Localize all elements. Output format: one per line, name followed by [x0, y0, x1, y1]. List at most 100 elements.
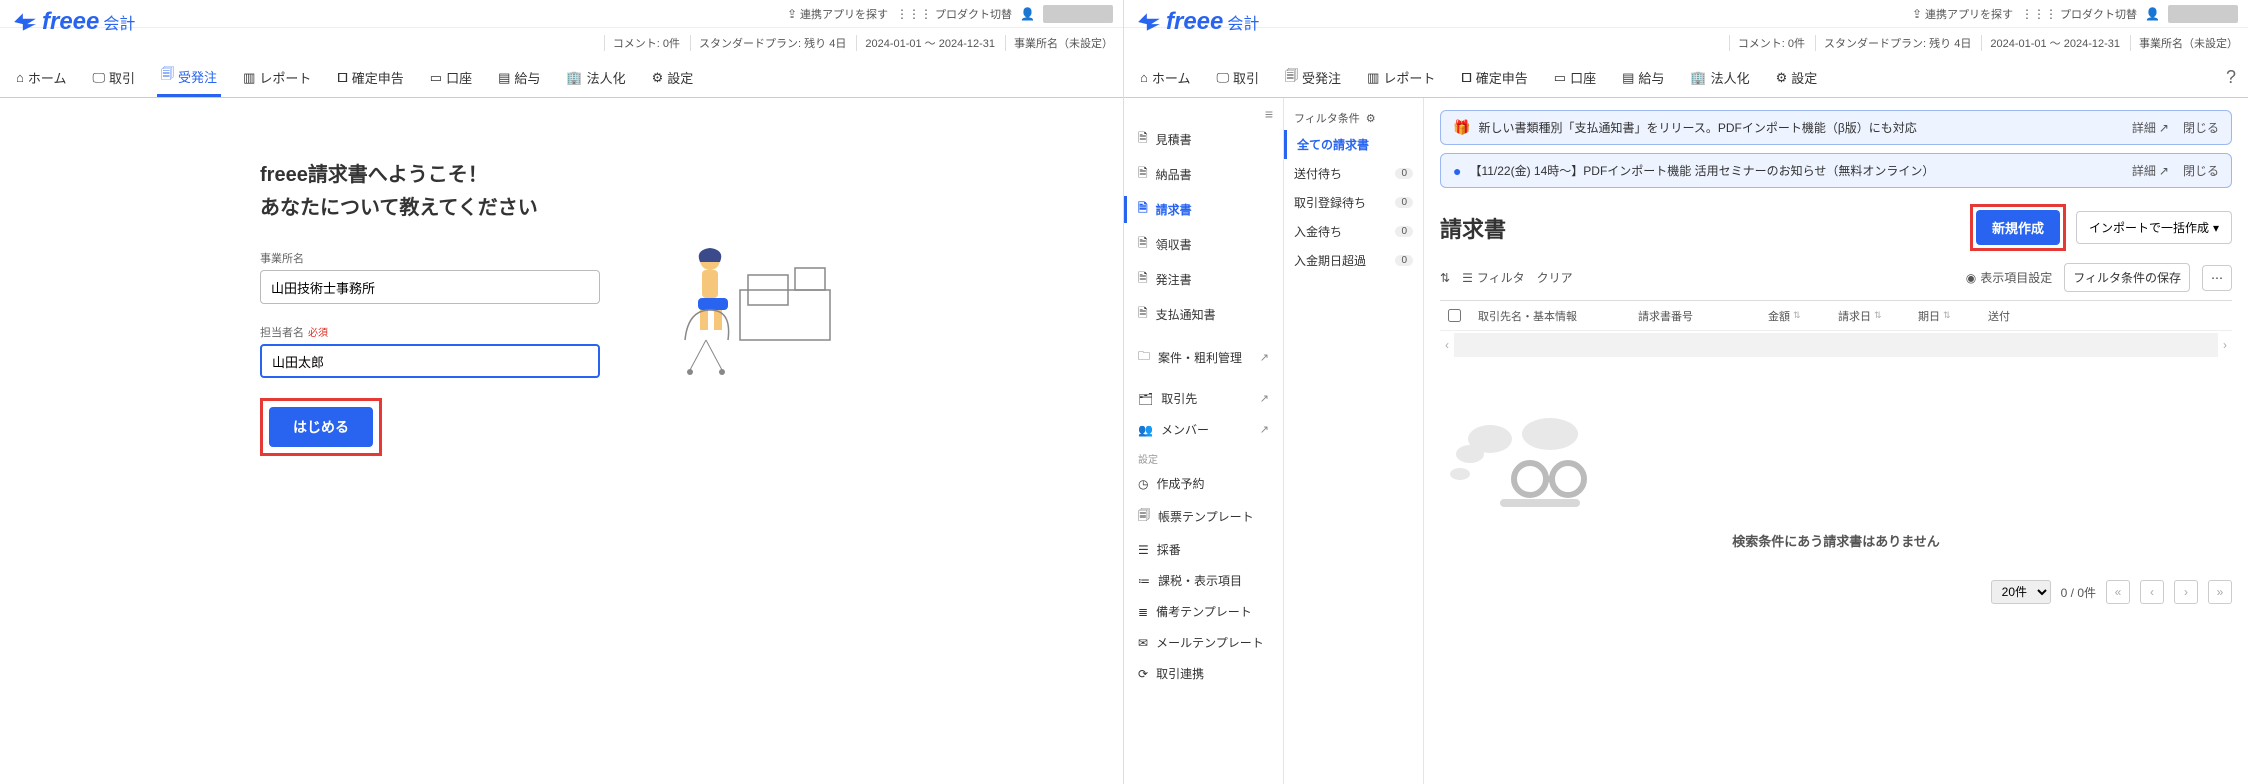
briefcase-icon: 🗀: [1138, 347, 1150, 368]
sidebar-item-schedule[interactable]: ◷作成予約: [1124, 468, 1283, 499]
find-apps-link-2[interactable]: ⇪連携アプリを探す: [1912, 6, 2013, 22]
select-all-checkbox[interactable]: [1448, 309, 1461, 322]
scroll-right[interactable]: ›: [2218, 338, 2232, 352]
sidebar-item-template[interactable]: 🗐帳票テンプレート: [1124, 499, 1283, 534]
filter-button[interactable]: ☰フィルタ: [1462, 269, 1525, 286]
nav-tax[interactable]: 🞑確定申告: [1457, 58, 1531, 97]
home-icon: ⌂: [16, 70, 24, 85]
nav-payroll[interactable]: ▤給与: [494, 58, 544, 97]
sidebar-item-mail[interactable]: ✉メールテンプレート: [1124, 627, 1283, 658]
doc-icon: 🗐: [161, 65, 174, 87]
filter-overdue[interactable]: 入金期日超過0: [1284, 246, 1423, 275]
nav-transactions[interactable]: 🖵取引: [88, 58, 139, 97]
gear-icon: ⚙: [1776, 70, 1788, 86]
banner-detail-link[interactable]: 詳細 ↗: [2132, 162, 2169, 179]
account-pill-2[interactable]: [2168, 5, 2238, 23]
pane-welcome: freee 会計 ⇪連携アプリを探す ⋮⋮⋮プロダクト切替 👤 コメント: 0件…: [0, 0, 1124, 784]
sidebar-item-members[interactable]: 👥メンバー↗: [1124, 414, 1283, 445]
nav-accounts[interactable]: ▭口座: [1550, 58, 1600, 97]
nav-payroll[interactable]: ▤給与: [1618, 58, 1668, 97]
pager-last[interactable]: »: [2208, 580, 2232, 604]
scroll-left[interactable]: ‹: [1440, 338, 1454, 352]
col-send[interactable]: 送付: [1988, 308, 2010, 324]
chevron-down-icon: ▾: [2213, 221, 2219, 235]
filter-all[interactable]: 全ての請求書: [1284, 130, 1423, 159]
sidebar-section-settings: 設定: [1124, 445, 1283, 468]
nav-orders[interactable]: 🗐受発注: [157, 58, 221, 97]
switch-product-link-2[interactable]: ⋮⋮⋮プロダクト切替: [2021, 6, 2137, 22]
status-line: コメント: 0件 スタンダードプラン: 残り 4日 2024-01-01 ～ 2…: [0, 28, 1123, 58]
sidebar-item-projects[interactable]: 🗀案件・粗利管理↗: [1124, 340, 1283, 375]
nav-orders[interactable]: 🗐受発注: [1281, 58, 1345, 97]
pager-next[interactable]: ›: [2174, 580, 2198, 604]
columns-button[interactable]: ◉表示項目設定: [1966, 269, 2053, 286]
sidebar-item-receipt[interactable]: 🗎領収書: [1124, 227, 1283, 262]
col-billdate[interactable]: 請求日: [1838, 308, 1871, 324]
sort-button[interactable]: ⇅: [1440, 271, 1450, 285]
pane-invoice-list: freee 会計 ⇪連携アプリを探す ⋮⋮⋮プロダクト切替 👤 コメント: 0件…: [1124, 0, 2248, 784]
pay-icon: ▤: [1622, 70, 1634, 86]
nav-transactions[interactable]: 🖵取引: [1212, 58, 1263, 97]
find-apps-link[interactable]: ⇪連携アプリを探す: [787, 6, 888, 22]
status-comments[interactable]: コメント: 0件: [604, 35, 680, 51]
account-pill[interactable]: [1043, 5, 1113, 23]
sidebar-item-partners[interactable]: 🗂取引先↗: [1124, 383, 1283, 414]
sidebar-item-invoice[interactable]: 🗎請求書: [1124, 192, 1283, 227]
banner-close[interactable]: 閉じる: [2183, 162, 2219, 179]
doc-icon: 🗎: [1138, 164, 1148, 185]
col-duedate[interactable]: 期日: [1918, 308, 1940, 324]
sidebar-item-sync[interactable]: ⟳取引連携: [1124, 658, 1283, 689]
brand-logo[interactable]: freee 会計: [12, 8, 135, 36]
nav-home[interactable]: ⌂ホーム: [12, 58, 70, 97]
main-content: 🎁 新しい書類種別「支払通知書」をリリース。PDFインポート機能（β版）にも対応…: [1424, 98, 2248, 784]
nav-home[interactable]: ⌂ホーム: [1136, 58, 1194, 97]
nav-corporate[interactable]: 🏢法人化: [1686, 58, 1753, 97]
sidebar-item-purchase[interactable]: 🗎発注書: [1124, 262, 1283, 297]
filter-awaitpay[interactable]: 入金待ち0: [1284, 217, 1423, 246]
nav-corporate[interactable]: 🏢法人化: [562, 58, 629, 97]
office-input[interactable]: [260, 270, 600, 304]
clear-button[interactable]: クリア: [1537, 269, 1573, 286]
pager-prev[interactable]: ‹: [2140, 580, 2164, 604]
filter-toregister[interactable]: 取引登録待ち0: [1284, 188, 1423, 217]
col-number[interactable]: 請求書番号: [1638, 308, 1693, 324]
sidebar-item-numbering[interactable]: ☰採番: [1124, 534, 1283, 565]
pager-first[interactable]: «: [2106, 580, 2130, 604]
members-icon: 👥: [1138, 423, 1153, 437]
switch-product-link[interactable]: ⋮⋮⋮プロダクト切替: [896, 6, 1012, 22]
col-amount[interactable]: 金額: [1768, 308, 1790, 324]
sidebar-item-delivery[interactable]: 🗎納品書: [1124, 157, 1283, 192]
status-office[interactable]: 事業所名（未設定）: [1005, 35, 1113, 51]
gear-icon[interactable]: ⚙: [1366, 112, 1376, 125]
nav-tax[interactable]: 🞑確定申告: [333, 58, 407, 97]
sidebar-item-taxdisplay[interactable]: ≔課税・表示項目: [1124, 565, 1283, 596]
filter-tosend[interactable]: 送付待ち0: [1284, 159, 1423, 188]
banner-close[interactable]: 閉じる: [2183, 119, 2219, 136]
nav-reports[interactable]: ▥レポート: [1363, 58, 1439, 97]
main-nav-2: ⌂ホーム 🖵取引 🗐受発注 ▥レポート 🞑確定申告 ▭口座 ▤給与 🏢法人化 ⚙…: [1124, 58, 2248, 98]
banner-detail-link[interactable]: 詳細 ↗: [2132, 119, 2169, 136]
nav-accounts[interactable]: ▭口座: [426, 58, 476, 97]
brand-logo-2[interactable]: freee 会計: [1136, 8, 1259, 36]
col-partner[interactable]: 取引先名・基本情報: [1478, 308, 1577, 324]
status-plan[interactable]: スタンダードプラン: 残り 4日: [690, 35, 846, 51]
nav-reports[interactable]: ▥レポート: [239, 58, 315, 97]
more-button[interactable]: ⋯: [2202, 265, 2232, 291]
sidebar-item-quote[interactable]: 🗎見積書: [1124, 122, 1283, 157]
user-icon[interactable]: 👤: [1020, 7, 1035, 21]
new-invoice-button[interactable]: 新規作成: [1976, 210, 2060, 245]
person-input[interactable]: [260, 344, 600, 378]
monitor-icon: 🖵: [92, 70, 105, 86]
sidebar-item-paynotice[interactable]: 🗎支払通知書: [1124, 297, 1283, 332]
help-icon[interactable]: ?: [2226, 67, 2236, 88]
sidebar-collapse[interactable]: ≡: [1124, 106, 1283, 122]
page-size-select[interactable]: 20件: [1991, 580, 2051, 604]
save-filter-button[interactable]: フィルタ条件の保存: [2064, 263, 2190, 292]
sidebar-item-remark[interactable]: ≣備考テンプレート: [1124, 596, 1283, 627]
nav-settings[interactable]: ⚙設定: [1772, 58, 1822, 97]
start-button[interactable]: はじめる: [269, 407, 373, 447]
status-period[interactable]: 2024-01-01 ～ 2024-12-31: [856, 35, 995, 51]
user-icon[interactable]: 👤: [2145, 7, 2160, 21]
nav-settings[interactable]: ⚙設定: [648, 58, 698, 97]
import-button[interactable]: インポートで一括作成 ▾: [2076, 211, 2232, 244]
